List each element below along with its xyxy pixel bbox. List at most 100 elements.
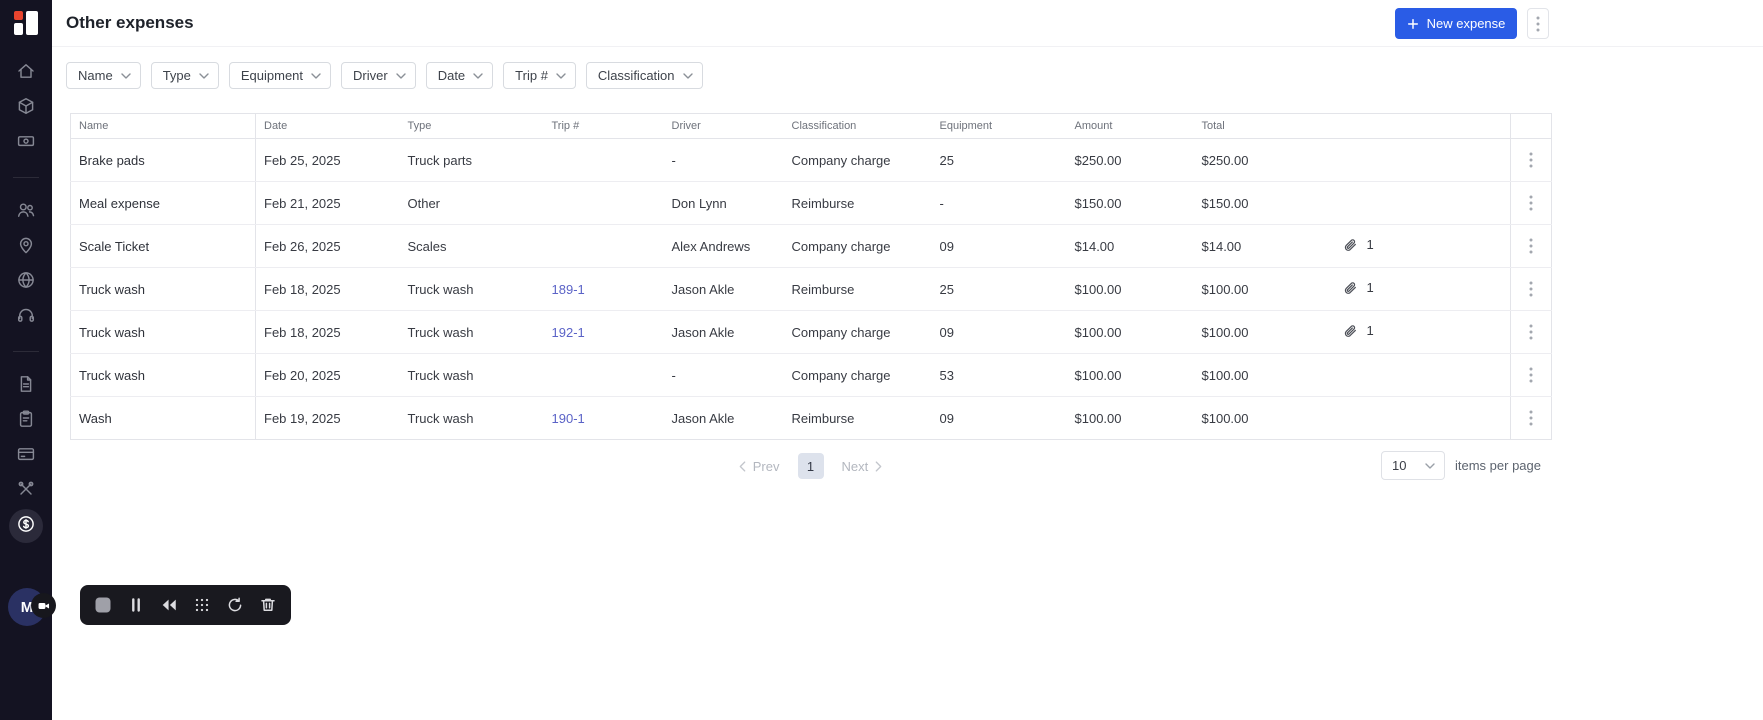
sidebar-item-network[interactable]: [9, 265, 43, 299]
sidebar-item-documents[interactable]: [9, 369, 43, 403]
kebab-icon: [1536, 16, 1540, 31]
page-size-select[interactable]: 10: [1381, 451, 1445, 480]
filter-name[interactable]: Name: [66, 62, 141, 89]
filter-classification[interactable]: Classification: [585, 62, 703, 89]
table-row[interactable]: Truck wash Feb 18, 2025 Truck wash 189-1…: [70, 267, 1552, 311]
cell-actions: [1510, 353, 1552, 397]
col-header-driver[interactable]: Driver: [663, 113, 784, 139]
filter-driver[interactable]: Driver: [341, 62, 416, 89]
col-header-amount[interactable]: Amount: [1066, 113, 1194, 139]
col-header-date[interactable]: Date: [255, 113, 400, 139]
cell-total: $100.00: [1193, 310, 1334, 354]
restart-recording-button[interactable]: [226, 596, 244, 614]
row-menu-button[interactable]: [1520, 321, 1542, 343]
col-header-trip[interactable]: Trip #: [543, 113, 664, 139]
sidebar-item-support[interactable]: [9, 300, 43, 334]
row-menu-button[interactable]: [1520, 407, 1542, 429]
cell-amount: $250.00: [1066, 138, 1194, 182]
chevron-down-icon: [120, 72, 131, 79]
cell-equipment: 53: [931, 353, 1067, 397]
cell-amount: $100.00: [1066, 267, 1194, 311]
cell-classification: Company charge: [783, 138, 932, 182]
rewind-recording-button[interactable]: [160, 596, 178, 614]
chevron-left-icon: [739, 460, 746, 472]
cell-equipment: -: [931, 181, 1067, 225]
sidebar-item-contacts[interactable]: [9, 195, 43, 229]
cell-date: Feb 19, 2025: [264, 410, 341, 426]
row-menu-button[interactable]: [1520, 149, 1542, 171]
sidebar-nav: [0, 56, 52, 544]
grid-icon: [193, 596, 211, 614]
expenses-table: Name Date Type Trip # Driver Classificat…: [70, 113, 1552, 440]
sidebar-item-home[interactable]: [9, 56, 43, 90]
filter-equipment[interactable]: Equipment: [228, 62, 332, 89]
filter-type[interactable]: Type: [150, 62, 219, 89]
col-header-classification[interactable]: Classification: [783, 113, 932, 139]
chevron-right-icon: [875, 460, 882, 472]
sidebar-item-maintenance[interactable]: [9, 474, 43, 508]
sidebar-item-orders[interactable]: [9, 404, 43, 438]
kebab-icon: [1529, 324, 1533, 340]
grid-options-button[interactable]: [193, 596, 211, 614]
filter-trip[interactable]: Trip #: [503, 62, 576, 89]
paperclip-icon: [1342, 323, 1358, 339]
cell-trip: 189-1: [543, 267, 664, 311]
cash-icon: [16, 131, 36, 156]
sidebar-item-other-expenses[interactable]: [9, 509, 43, 543]
trip-link[interactable]: 190-1: [552, 411, 585, 426]
new-expense-button[interactable]: New expense: [1395, 8, 1517, 39]
stop-recording-button[interactable]: [94, 596, 112, 614]
cell-attachments: 1: [1333, 224, 1511, 268]
table-row[interactable]: Truck wash Feb 18, 2025 Truck wash 192-1…: [70, 310, 1552, 354]
table-row[interactable]: Scale Ticket Feb 26, 2025 Scales Alex An…: [70, 224, 1552, 268]
col-header-type[interactable]: Type: [399, 113, 544, 139]
cell-equipment: 25: [931, 138, 1067, 182]
trip-link[interactable]: 192-1: [552, 325, 585, 340]
app-logo[interactable]: [13, 10, 39, 36]
tools-icon: [16, 479, 36, 504]
row-menu-button[interactable]: [1520, 364, 1542, 386]
cell-type: Truck wash: [399, 267, 544, 311]
cell-driver: Alex Andrews: [663, 224, 784, 268]
chevron-down-icon: [396, 72, 406, 79]
cell-type: Truck parts: [399, 138, 544, 182]
kebab-icon: [1529, 195, 1533, 211]
row-menu-button[interactable]: [1520, 235, 1542, 257]
row-menu-button[interactable]: [1520, 278, 1542, 300]
sidebar-item-transactions[interactable]: [9, 126, 43, 160]
restart-icon: [226, 596, 244, 614]
cell-total: $100.00: [1193, 353, 1334, 397]
cell-type: Truck wash: [407, 410, 474, 426]
table-row[interactable]: Wash Feb 19, 2025 Truck wash 190-1 Jason…: [70, 396, 1552, 440]
col-header-equipment[interactable]: Equipment: [931, 113, 1067, 139]
discard-recording-button[interactable]: [259, 596, 277, 614]
globe-icon: [16, 270, 36, 295]
paperclip-icon: [1342, 280, 1358, 296]
cell-total: $250.00: [1193, 138, 1334, 182]
filter-date[interactable]: Date: [425, 62, 494, 89]
header-menu-button[interactable]: [1527, 8, 1549, 39]
page-1-button[interactable]: 1: [797, 453, 824, 479]
row-menu-button[interactable]: [1520, 192, 1542, 214]
cell-actions: [1510, 310, 1552, 354]
pause-recording-button[interactable]: [127, 596, 145, 614]
prev-page-button[interactable]: Prev: [739, 459, 780, 474]
table-row[interactable]: Brake pads Feb 25, 2025 Truck parts - Co…: [70, 138, 1552, 182]
sidebar-item-payments[interactable]: [9, 439, 43, 473]
cell-trip: [543, 224, 664, 268]
cell-driver: Jason Akle: [663, 310, 784, 354]
sidebar-item-inventory[interactable]: [9, 91, 43, 125]
chevron-down-icon: [311, 72, 321, 79]
col-header-name[interactable]: Name: [70, 113, 256, 139]
sidebar-item-locations[interactable]: [9, 230, 43, 264]
cell-date: Feb 20, 2025: [255, 353, 400, 397]
cell-actions: [1510, 396, 1552, 440]
screen-recording-badge[interactable]: [31, 593, 56, 618]
cell-classification: Reimburse: [783, 181, 932, 225]
chevron-down-icon: [556, 72, 566, 79]
table-row[interactable]: Meal expense Feb 21, 2025 Other Don Lynn…: [70, 181, 1552, 225]
col-header-total[interactable]: Total: [1193, 113, 1334, 139]
table-row[interactable]: Truck wash Feb 20, 2025 Truck wash - Com…: [70, 353, 1552, 397]
next-page-button[interactable]: Next: [842, 459, 883, 474]
trip-link[interactable]: 189-1: [552, 282, 585, 297]
